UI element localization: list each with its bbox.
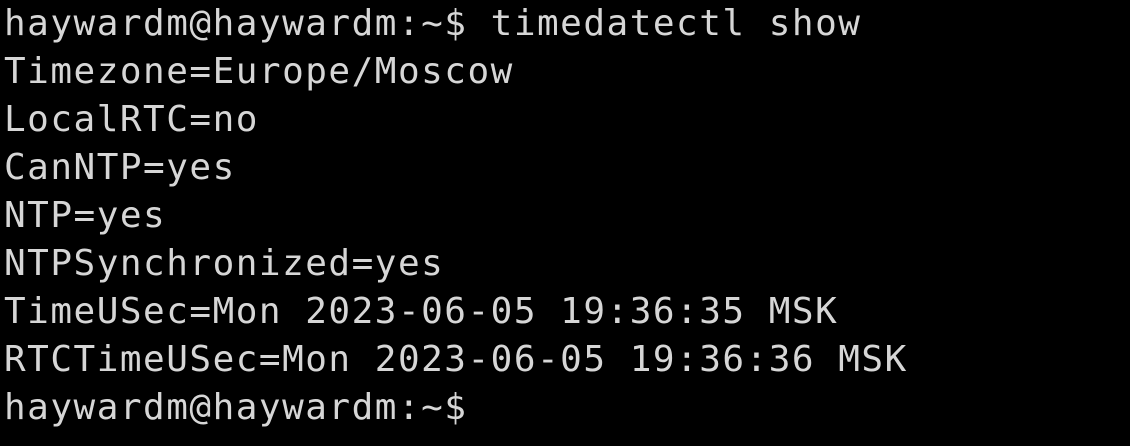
output-line-localrtc: LocalRTC=no xyxy=(4,99,259,140)
output-line-timeusec: TimeUSec=Mon 2023-06-05 19:36:35 MSK xyxy=(4,291,839,332)
output-line-timezone: Timezone=Europe/Moscow xyxy=(4,51,514,92)
shell-prompt[interactable]: haywardm@haywardm:~$ xyxy=(4,384,1130,432)
terminal-window[interactable]: haywardm@haywardm:~$ timedatectl show Ti… xyxy=(0,0,1130,446)
command-line: haywardm@haywardm:~$ timedatectl show xyxy=(4,3,862,44)
output-line-ntp: NTP=yes xyxy=(4,195,167,236)
output-line-rtctimeusec: RTCTimeUSec=Mon 2023-06-05 19:36:36 MSK xyxy=(4,339,908,380)
output-line-ntpsynchronized: NTPSynchronized=yes xyxy=(4,243,445,284)
output-line-canntp: CanNTP=yes xyxy=(4,147,236,188)
